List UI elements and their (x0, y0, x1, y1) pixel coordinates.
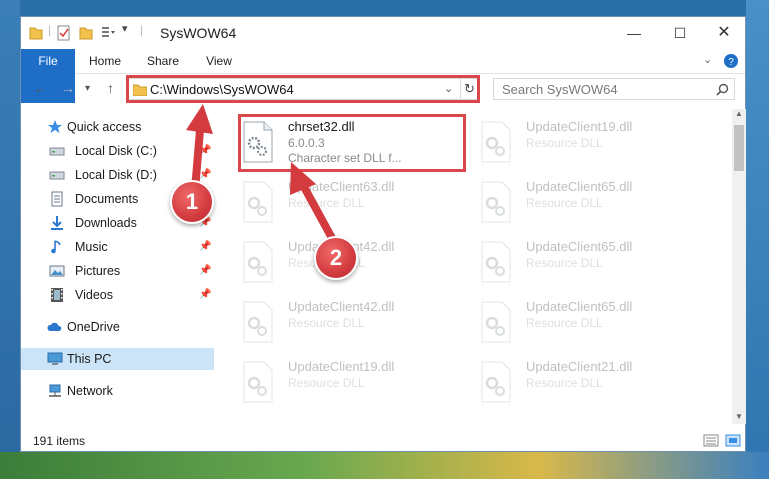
status-bar: 191 items (21, 430, 745, 452)
desktop-background-right (746, 0, 769, 479)
tab-share[interactable]: Share (141, 49, 185, 73)
back-button[interactable]: ← (33, 80, 47, 96)
file-item[interactable]: UpdateClient65.dll Resource DLL (474, 175, 704, 229)
file-name: UpdateClient65.dll (526, 299, 633, 314)
computer-icon (47, 352, 63, 365)
navigation-pane: Quick access Local Disk (C:) 📌 Local Dis… (21, 113, 214, 413)
dll-file-icon (481, 121, 511, 163)
file-name: UpdateClient63.dll (288, 179, 395, 194)
desktop-background-bottom (0, 452, 769, 479)
scroll-up-icon[interactable]: ▲ (735, 109, 743, 118)
dll-file-icon (481, 301, 511, 343)
customize-toolbar-icon[interactable] (101, 25, 117, 41)
drive-icon (49, 171, 65, 180)
music-icon (51, 240, 61, 254)
large-icons-view-icon[interactable] (725, 434, 741, 447)
vertical-scrollbar[interactable]: ▲ ▼ (732, 109, 746, 424)
cloud-icon (47, 322, 62, 331)
file-type: Resource DLL (288, 316, 365, 330)
sidebar-item-videos[interactable]: Videos 📌 (49, 284, 219, 306)
search-input[interactable]: Search SysWOW64 (502, 82, 618, 97)
sidebar-item-music[interactable]: Music 📌 (49, 236, 219, 258)
pin-icon[interactable]: 📌 (199, 236, 211, 258)
file-type: Resource DLL (526, 136, 603, 150)
minimize-button[interactable]: — (611, 17, 657, 49)
file-type: Resource DLL (526, 316, 603, 330)
dll-file-icon (243, 241, 273, 283)
file-item[interactable]: UpdateClient19.dll Resource DLL (236, 355, 466, 409)
file-type: Resource DLL (526, 196, 603, 210)
item-count: 191 items (33, 434, 86, 448)
star-icon (48, 120, 62, 133)
file-name: UpdateClient21.dll (526, 359, 633, 374)
up-button[interactable]: ↑ (107, 80, 114, 96)
help-icon[interactable]: ? (723, 53, 739, 69)
dll-file-icon (243, 301, 273, 343)
file-name: UpdateClient19.dll (288, 359, 395, 374)
expand-ribbon-icon[interactable]: ⌄ (703, 53, 712, 66)
pin-icon[interactable]: 📌 (199, 284, 211, 306)
separator: | (140, 23, 144, 37)
separator: | (48, 23, 52, 37)
window-title: SysWOW64 (160, 25, 237, 41)
scrollbar-thumb[interactable] (734, 125, 744, 171)
search-icon (716, 83, 729, 96)
file-highlight (238, 114, 466, 172)
tab-view[interactable]: View (197, 49, 241, 73)
step-1-callout: 1 (170, 180, 214, 224)
tab-home[interactable]: Home (83, 49, 127, 73)
videos-icon (51, 288, 63, 302)
maximize-icon: ☐ (673, 25, 687, 41)
pin-icon[interactable]: 📌 (199, 260, 211, 282)
file-name: UpdateClient42.dll (288, 299, 395, 314)
pictures-icon (49, 265, 65, 277)
file-type: Resource DLL (526, 256, 603, 270)
pin-icon[interactable]: 📌 (199, 140, 211, 162)
file-item[interactable]: UpdateClient19.dll Resource DLL (474, 115, 704, 169)
new-folder-icon[interactable] (79, 25, 93, 41)
file-type: Resource DLL (526, 376, 603, 390)
close-icon: ✕ (717, 24, 731, 41)
title-bar: | ▾ | SysWOW64 — ☐ ✕ (21, 17, 745, 49)
minimize-icon: — (627, 25, 641, 41)
sidebar-item-local-disk-c[interactable]: Local Disk (C:) 📌 (49, 140, 219, 162)
file-name: UpdateClient65.dll (526, 239, 633, 254)
details-view-icon[interactable] (703, 434, 719, 447)
ribbon-tabs: File Home Share View ⌄ ? (21, 49, 745, 103)
dll-file-icon (243, 361, 273, 403)
step-2-callout: 2 (314, 236, 358, 280)
drive-icon (49, 147, 65, 156)
file-name: UpdateClient19.dll (526, 119, 633, 134)
address-bar-highlight (126, 75, 480, 103)
desktop-background-left (0, 0, 20, 479)
file-item[interactable]: UpdateClient65.dll Resource DLL (474, 295, 704, 349)
recent-locations-icon[interactable]: ▾ (85, 83, 90, 94)
folder-icon (29, 27, 43, 40)
file-item[interactable]: UpdateClient42.dll Resource DLL (236, 295, 466, 349)
file-item[interactable]: UpdateClient21.dll Resource DLL (474, 355, 704, 409)
file-type: Resource DLL (288, 196, 365, 210)
sidebar-item-pictures[interactable]: Pictures 📌 (49, 260, 219, 282)
file-item[interactable]: UpdateClient63.dll Resource DLL (236, 175, 466, 229)
search-box[interactable]: Search SysWOW64 (493, 78, 735, 100)
scroll-down-icon[interactable]: ▼ (735, 412, 743, 421)
dll-file-icon (243, 181, 273, 223)
downloads-icon (51, 216, 63, 230)
network-icon (49, 384, 61, 397)
dll-file-icon (481, 361, 511, 403)
documents-icon (51, 191, 63, 207)
forward-button[interactable]: → (61, 80, 75, 96)
file-item[interactable]: UpdateClient65.dll Resource DLL (474, 235, 704, 289)
properties-icon[interactable] (57, 25, 71, 41)
file-name: UpdateClient65.dll (526, 179, 633, 194)
close-button[interactable]: ✕ (701, 17, 747, 49)
maximize-button[interactable]: ☐ (657, 17, 703, 49)
svg-text:?: ? (728, 57, 734, 68)
quick-access-dropdown-icon[interactable]: ▾ (122, 22, 128, 38)
dll-file-icon (481, 241, 511, 283)
dll-file-icon (481, 181, 511, 223)
file-type: Resource DLL (288, 376, 365, 390)
